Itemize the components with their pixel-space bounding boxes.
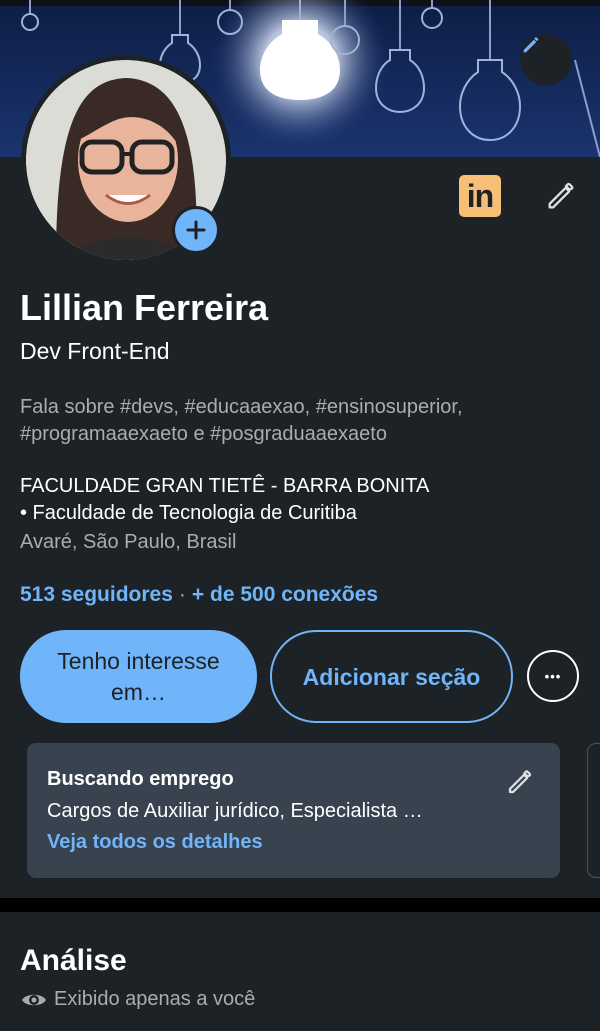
profile-location: Avaré, São Paulo, Brasil xyxy=(20,531,237,553)
more-icon: ••• xyxy=(544,668,562,684)
open-to-work-title: Buscando emprego xyxy=(47,768,234,790)
eye-icon xyxy=(22,994,46,1005)
more-options-button[interactable]: ••• xyxy=(527,650,579,702)
linkedin-premium-icon[interactable]: in xyxy=(459,175,501,217)
pencil-icon xyxy=(548,182,574,209)
add-photo-button[interactable] xyxy=(172,206,220,254)
pencil-icon xyxy=(523,37,539,53)
see-all-details-link[interactable]: Veja todos os detalhes xyxy=(47,831,263,854)
profile-headline: Dev Front-End xyxy=(20,338,170,364)
open-to-button[interactable]: Tenho interesse em… xyxy=(20,630,257,723)
open-to-label: Tenho interesse em… xyxy=(57,647,220,705)
next-card-peek[interactable] xyxy=(587,743,600,878)
followers-link[interactable]: 513 seguidores xyxy=(20,583,173,606)
analytics-section: Análise Exibido apenas a você xyxy=(0,912,600,1031)
section-divider xyxy=(0,898,600,912)
pencil-icon[interactable] xyxy=(505,767,535,797)
edit-cover-button[interactable] xyxy=(520,34,572,86)
profile-name: Lillian Ferreira xyxy=(20,287,269,328)
private-visibility: Exibido apenas a você xyxy=(20,988,255,1011)
talks-about: Fala sobre #devs, #educaaexao, #ensinosu… xyxy=(20,396,463,445)
add-section-label: Adicionar seção xyxy=(302,663,481,690)
open-to-work-card[interactable]: Buscando emprego Cargos de Auxiliar jurí… xyxy=(27,743,560,878)
network-stats: 513 seguidores · + de 500 conexões xyxy=(20,583,378,607)
connections-link[interactable]: + de 500 conexões xyxy=(192,583,378,606)
visibility-label: Exibido apenas a você xyxy=(54,988,256,1010)
add-section-button[interactable]: Adicionar seção xyxy=(270,630,513,723)
analytics-title: Análise xyxy=(20,944,127,977)
education-line-2[interactable]: • Faculdade de Tecnologia de Curitiba xyxy=(20,499,357,527)
edit-profile-button[interactable] xyxy=(540,175,582,217)
education-line-1[interactable]: FACULDADE GRAN TIETÊ - BARRA BONITA xyxy=(20,472,429,500)
plus-icon xyxy=(186,220,206,240)
stats-separator: · xyxy=(178,583,186,606)
open-to-work-description: Cargos de Auxiliar jurídico, Especialist… xyxy=(47,800,423,822)
